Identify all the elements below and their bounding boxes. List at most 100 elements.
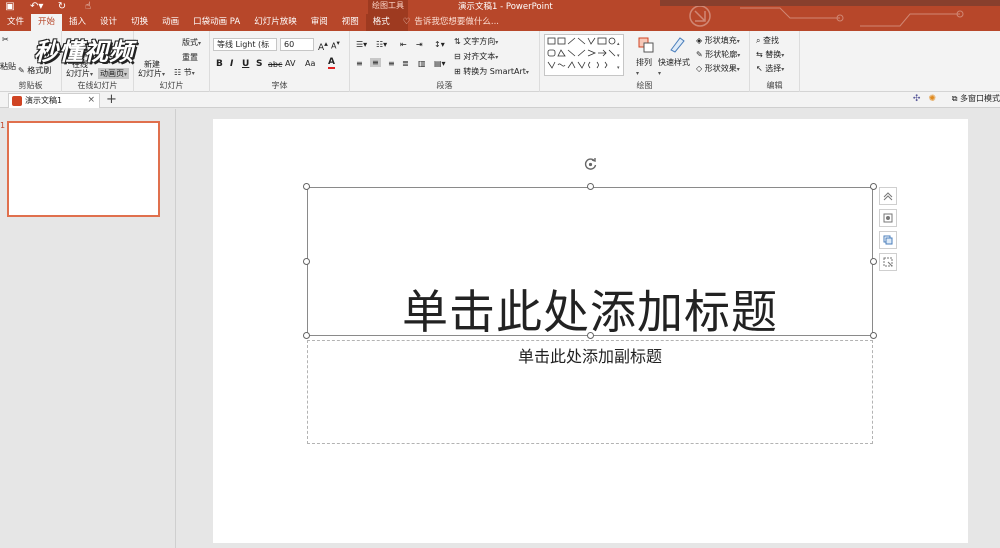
align-text-button[interactable]: ⊟ 对齐文本▾ — [454, 51, 498, 62]
tell-me-text: 告诉我您想要做什么... — [414, 17, 499, 27]
lightbulb-icon: ♡ — [402, 17, 411, 27]
multi-window-button[interactable]: ⧉ 多窗口模式 — [952, 93, 1000, 104]
online-slide-button[interactable]: 幻灯片▾ — [66, 68, 93, 79]
find-button[interactable]: ⌕ 查找 — [756, 35, 779, 46]
shape-outline-button[interactable]: ✎ 形状轮廓▾ — [696, 49, 740, 60]
quick-styles-button[interactable]: 快速样式 ▾ — [658, 57, 690, 77]
tab-file[interactable]: 文件 — [0, 14, 31, 31]
tab-transitions[interactable]: 切换 — [124, 14, 155, 31]
tab-design[interactable]: 设计 — [93, 14, 124, 31]
bold-button[interactable]: B — [216, 59, 223, 69]
cut-icon[interactable]: ✂ — [2, 35, 9, 44]
shadow-button[interactable]: S — [256, 59, 262, 69]
resize-handle-left[interactable] — [303, 258, 310, 265]
window-icon: ⧉ — [951, 94, 958, 103]
tab-view[interactable]: 视图 — [335, 14, 366, 31]
smartart-button[interactable]: ⊞ 转换为 SmartArt▾ — [454, 66, 529, 77]
change-case-button[interactable]: Aa — [305, 59, 315, 68]
close-icon[interactable]: × — [87, 94, 95, 107]
gear-icon[interactable]: ✺ — [928, 94, 936, 104]
subtitle-placeholder-text[interactable]: 单击此处添加副标题 — [308, 343, 872, 367]
group-font: 等线 Light (标 60 A▴ A▾ B I U S abc AV Aa A… — [210, 31, 350, 92]
replace-button[interactable]: ⇆ 替换▾ — [756, 49, 784, 60]
touch-mode-icon[interactable]: ☝ — [82, 1, 94, 12]
char-spacing-button[interactable]: AV — [285, 59, 295, 68]
grow-font-icon[interactable]: A▴ — [318, 39, 328, 53]
powerpoint-icon — [12, 96, 22, 106]
tab-animations[interactable]: 动画 — [155, 14, 186, 31]
layers-icon[interactable] — [879, 231, 897, 249]
font-name-input[interactable]: 等线 Light (标 — [213, 38, 277, 51]
distribute-icon[interactable]: ▥ — [418, 59, 426, 68]
tab-insert[interactable]: 插入 — [62, 14, 93, 31]
section-icon: ☷ — [174, 68, 182, 77]
tell-me-box[interactable]: ♡ 告诉我您想要做什么... — [397, 14, 499, 31]
resize-handle-bottom-left[interactable] — [303, 332, 310, 339]
tab-home[interactable]: 开始 — [31, 14, 63, 31]
layout-button[interactable]: 版式▾ — [182, 37, 201, 48]
layout-options-icon[interactable] — [879, 209, 897, 227]
animation-page-button[interactable]: 动画页▾ — [98, 68, 130, 79]
group-label-paragraph: 段落 — [436, 81, 453, 90]
slide-number: 1 — [0, 121, 6, 130]
replace-icon: ⇆ — [756, 50, 763, 59]
collapse-icon[interactable] — [879, 187, 897, 205]
document-tab-bar: 演示文稿1 × + ✣ ✺ ⧉ 多窗口模式 — [0, 92, 1000, 108]
effects-icon: ◇ — [696, 64, 703, 73]
crop-select-icon[interactable] — [879, 253, 897, 271]
increase-indent-icon[interactable]: ⇥ — [416, 40, 423, 49]
resize-handle-bottom[interactable] — [587, 332, 594, 339]
tab-slideshow[interactable]: 幻灯片放映 — [247, 14, 304, 31]
resize-handle-right[interactable] — [870, 258, 877, 265]
save-icon[interactable]: ▣ — [4, 1, 16, 12]
arrange-button[interactable]: 排列 ▾ — [636, 57, 652, 77]
tab-format[interactable]: 格式 — [365, 14, 397, 31]
text-direction-button[interactable]: ⇅ 文字方向▾ — [454, 36, 498, 47]
justify-icon[interactable]: ≣ — [402, 59, 409, 68]
redo-icon[interactable]: ↻ — [56, 1, 68, 12]
strikethrough-button[interactable]: abc — [268, 60, 282, 69]
add-tab-button[interactable]: + — [106, 92, 117, 107]
new-slide-dropdown[interactable]: 幻灯片▾ — [138, 68, 165, 79]
line-spacing-icon[interactable]: ↕▾ — [434, 40, 445, 49]
numbering-icon[interactable]: ☷▾ — [376, 40, 387, 49]
shape-effects-button[interactable]: ◇ 形状效果▾ — [696, 63, 740, 74]
document-tab[interactable]: 演示文稿1 × — [8, 93, 100, 108]
tab-review[interactable]: 审阅 — [304, 14, 335, 31]
align-text-icon: ⊟ — [454, 52, 461, 61]
font-color-button[interactable]: A — [328, 58, 335, 69]
cursor-icon: ↖ — [756, 64, 763, 73]
reset-button[interactable]: 重置 — [182, 52, 198, 63]
slide-thumbnail[interactable] — [7, 121, 160, 217]
align-left-icon[interactable]: ≡ — [356, 59, 363, 68]
section-button[interactable]: ☷ 节▾ — [174, 67, 195, 78]
group-drawing: ▴ ▾ ▾ 排列 ▾ 快速样式 ▾ ◈ 形状填充▾ ✎ 形状轮廓▾ ◇ 形状效果▾ — [540, 31, 750, 92]
shape-fill-button[interactable]: ◈ 形状填充▾ — [696, 35, 740, 46]
rotate-handle-icon[interactable] — [583, 157, 598, 172]
arrange-icon — [638, 37, 654, 55]
shapes-gallery[interactable]: ▴ ▾ ▾ — [544, 34, 624, 76]
decrease-indent-icon[interactable]: ⇤ — [400, 40, 407, 49]
resize-handle-bottom-right[interactable] — [870, 332, 877, 339]
title-placeholder[interactable]: 单击此处添加标题 — [307, 187, 873, 339]
align-right-icon[interactable]: ≡ — [388, 59, 395, 68]
paste-button[interactable]: 粘贴 — [0, 61, 16, 72]
resize-handle-top-left[interactable] — [303, 183, 310, 190]
quick-access-toolbar: ▣ ↶▾ ↻ ☝ — [0, 0, 94, 12]
tab-pocket-animation[interactable]: 口袋动画 PA — [186, 14, 247, 31]
subtitle-placeholder[interactable]: 单击此处添加副标题 — [307, 340, 873, 444]
bullets-icon[interactable]: ☰▾ — [356, 40, 367, 49]
brush-icon: ✎ — [18, 66, 25, 75]
shrink-font-icon[interactable]: A▾ — [331, 39, 340, 51]
columns-icon[interactable]: ▤▾ — [434, 59, 446, 68]
search-icon: ⌕ — [756, 36, 761, 45]
resize-handle-top[interactable] — [587, 183, 594, 190]
undo-icon[interactable]: ↶▾ — [30, 1, 43, 12]
puzzle-icon[interactable]: ✣ — [913, 94, 921, 104]
italic-button[interactable]: I — [230, 59, 233, 69]
font-size-input[interactable]: 60 — [280, 38, 314, 51]
align-center-icon[interactable]: ≡ — [370, 58, 381, 67]
select-button[interactable]: ↖ 选择▾ — [756, 63, 784, 74]
resize-handle-top-right[interactable] — [870, 183, 877, 190]
underline-button[interactable]: U — [242, 59, 249, 69]
